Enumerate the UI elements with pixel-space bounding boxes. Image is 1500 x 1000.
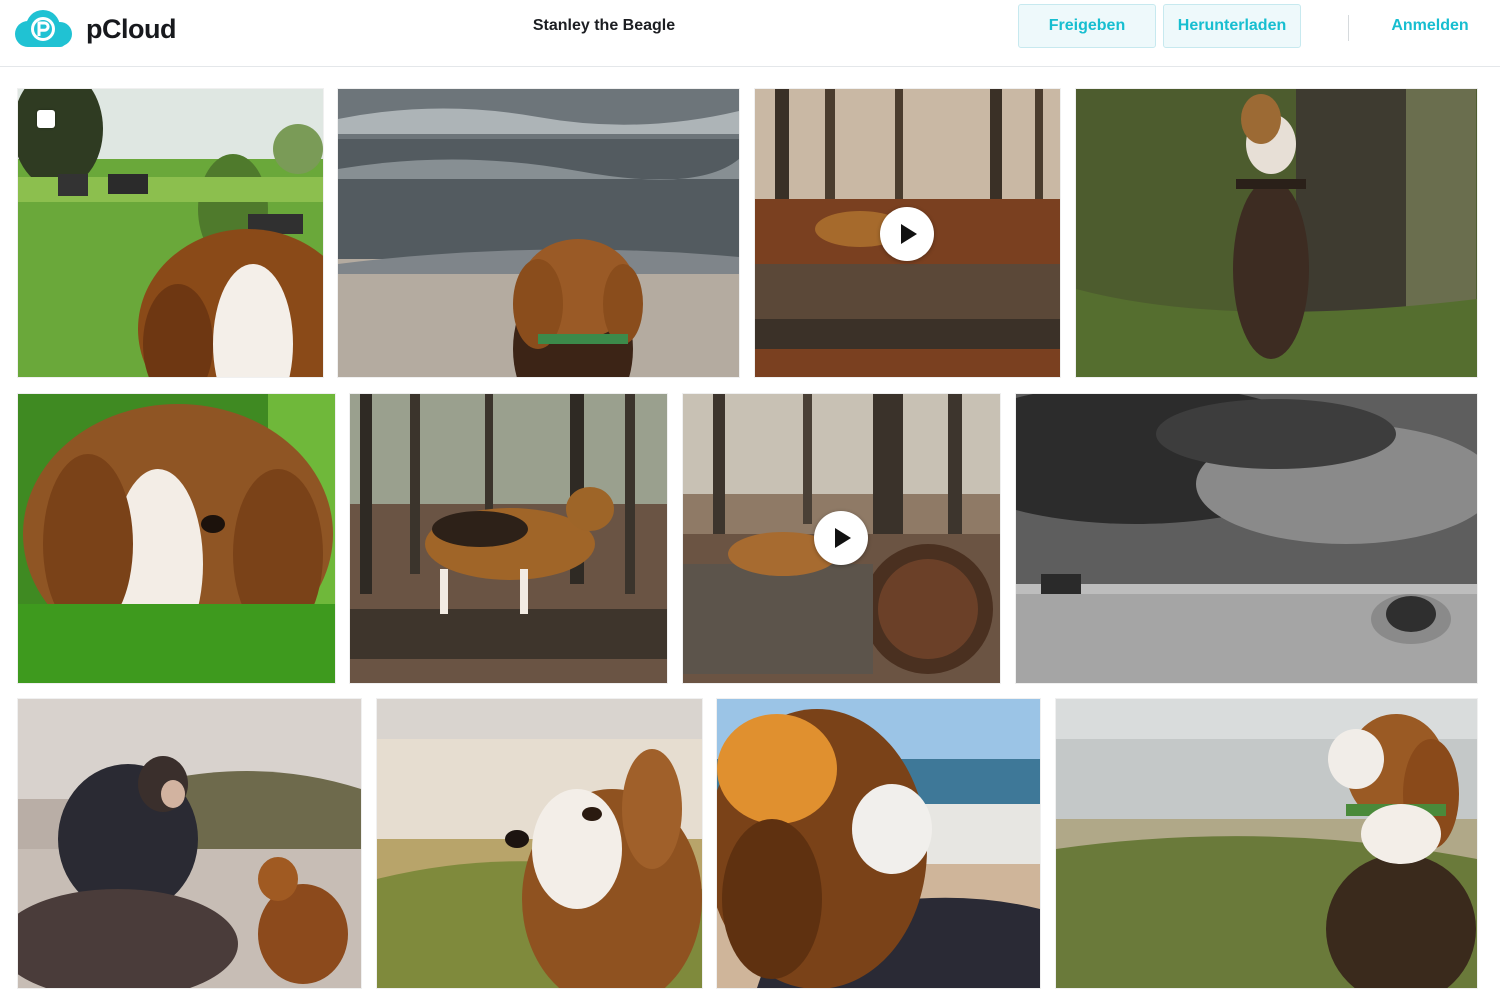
beagle-sea-view-photo (717, 699, 1040, 988)
gallery-item-video[interactable] (755, 89, 1060, 377)
select-checkbox[interactable] (37, 110, 55, 128)
gallery-item-photo[interactable] (1056, 699, 1477, 988)
gallery-item-photo[interactable] (18, 89, 323, 377)
gallery-item-photo[interactable] (1076, 89, 1477, 377)
gallery-item-photo[interactable] (18, 699, 361, 988)
gallery-item-photo[interactable] (338, 89, 739, 377)
download-button[interactable]: Herunterladen (1163, 4, 1301, 48)
play-icon[interactable] (814, 511, 868, 565)
beagle-tree-photo (1076, 89, 1477, 377)
pcloud-logo-icon (15, 10, 72, 47)
play-icon[interactable] (880, 207, 934, 261)
header-divider (1348, 15, 1349, 41)
gallery-item-photo[interactable] (717, 699, 1040, 988)
gallery-item-photo[interactable] (1016, 394, 1477, 683)
top-bar: pCloud Stanley the Beagle Freigeben Heru… (0, 0, 1500, 67)
beagle-beach-waves-photo (338, 89, 739, 377)
beagle-meadow-photo (18, 89, 323, 377)
gallery-item-photo[interactable] (377, 699, 702, 988)
beagle-seated-shore-photo (1056, 699, 1477, 988)
person-with-beagle-photo (18, 699, 361, 988)
beagle-beach-bw-photo (1016, 394, 1477, 683)
page-title: Stanley the Beagle (532, 17, 676, 34)
gallery-item-video[interactable] (683, 394, 1000, 683)
beagle-standing-forest-photo (350, 394, 667, 683)
gallery-item-photo[interactable] (350, 394, 667, 683)
gallery-item-photo[interactable] (18, 394, 335, 683)
beagle-portrait-dunes-photo (377, 699, 702, 988)
sign-in-link[interactable]: Anmelden (1378, 17, 1482, 35)
share-button[interactable]: Freigeben (1018, 4, 1156, 48)
logo-text: pCloud (86, 13, 176, 44)
pcloud-logo[interactable]: pCloud (10, 7, 176, 51)
beagle-grass-closeup-photo (18, 394, 335, 683)
